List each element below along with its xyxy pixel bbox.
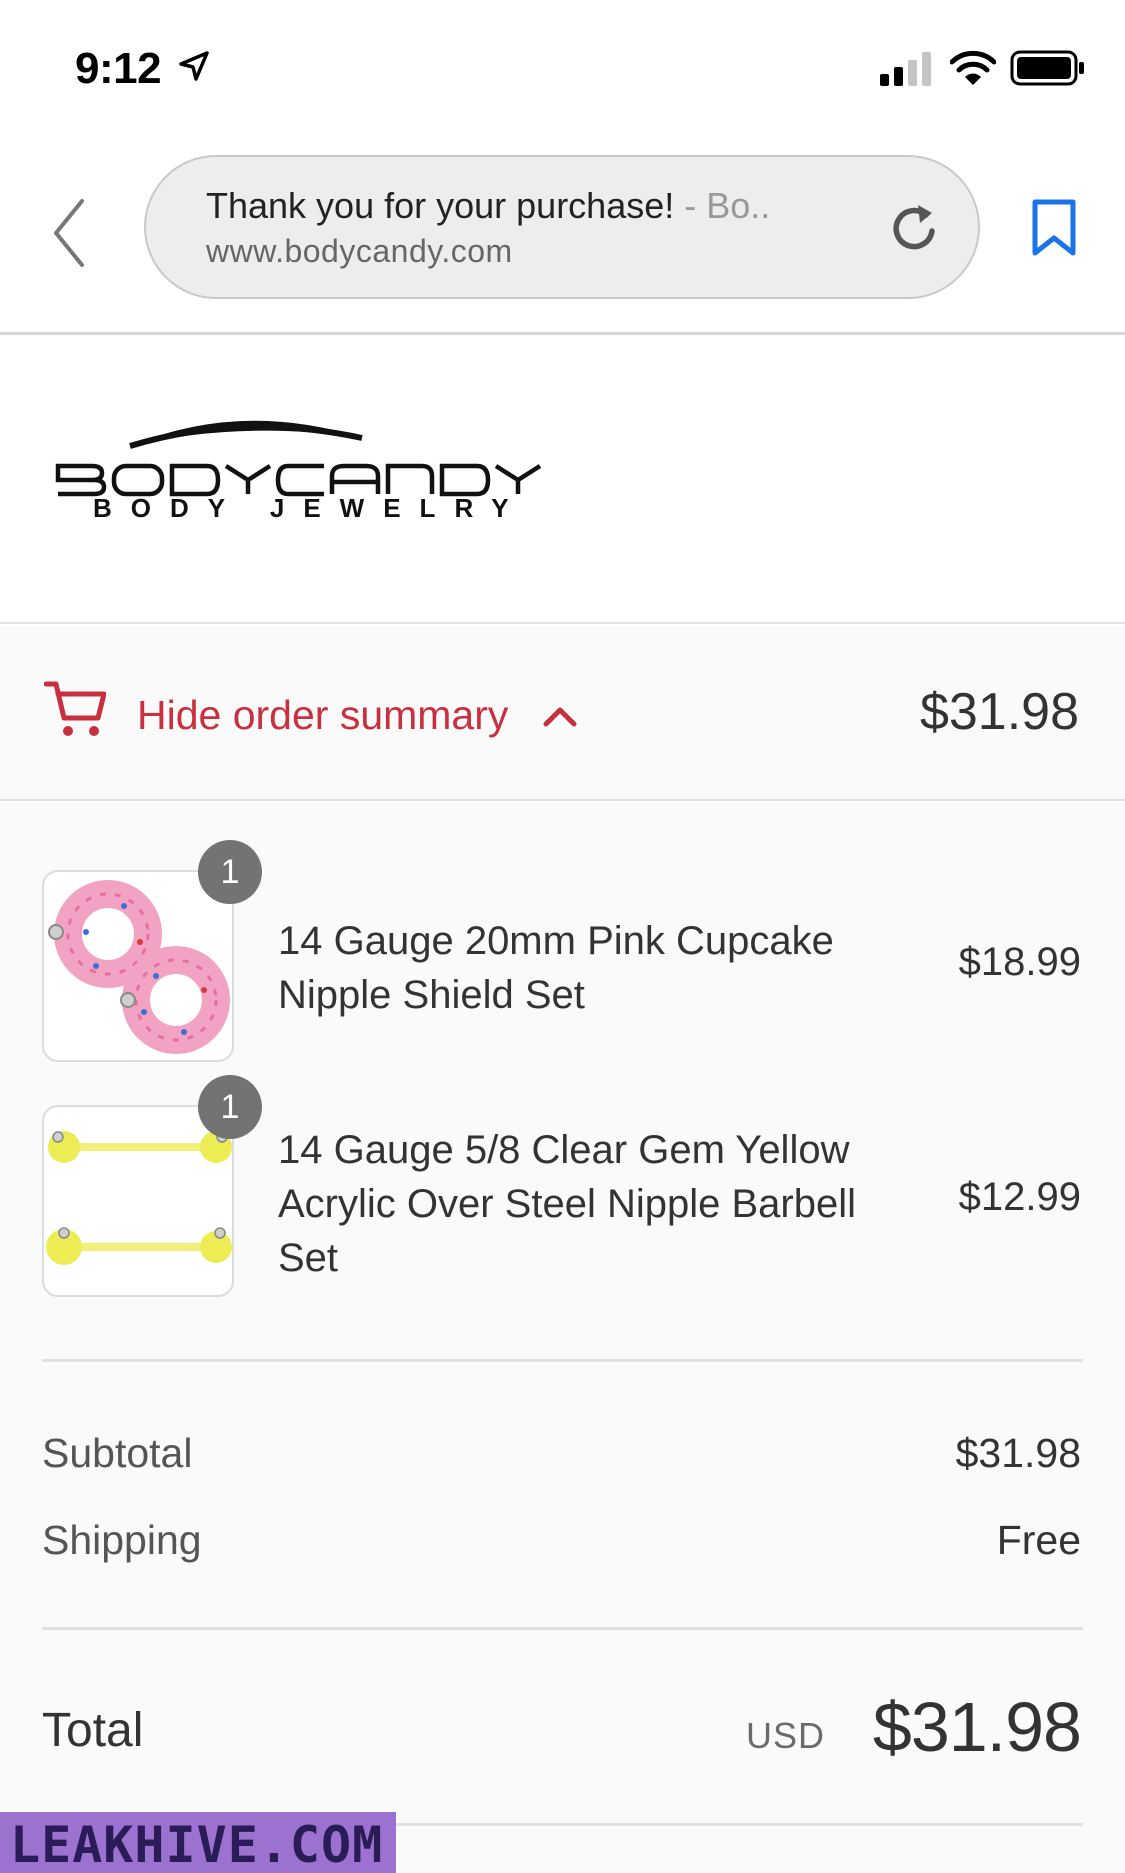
watermark: LEAKHIVE.COM (0, 1812, 396, 1873)
shipping-label: Shipping (42, 1517, 202, 1563)
chevron-up-icon (543, 707, 577, 727)
product-thumbnail (42, 1105, 234, 1297)
grand-total: $31.98 (872, 1688, 1082, 1766)
subtotal-value: $31.98 (955, 1430, 1081, 1476)
address-bar[interactable]: Thank you for your purchase! - Bo.. www.… (144, 155, 980, 299)
wifi-icon (950, 50, 996, 85)
page-title: Thank you for your purchase! - Bo.. (206, 185, 806, 227)
yellow-barbell-image (46, 1131, 232, 1265)
quantity-badge: 1 (198, 840, 262, 904)
reload-icon[interactable] (886, 201, 942, 257)
currency-code: USD (745, 1715, 825, 1756)
quantity-badge: 1 (198, 1075, 262, 1139)
browser-toolbar: Thank you for your purchase! - Bo.. www.… (0, 135, 1125, 335)
item-price: $18.99 (958, 940, 1081, 984)
logo-tagline: BODY JEWELRY (93, 493, 528, 523)
back-button[interactable] (46, 193, 96, 273)
line-item: 1 14 Gauge 20mm Pink Cupcake Nipple Shie… (0, 840, 1125, 1070)
header-logo-area: BODY JEWELRY (0, 338, 1125, 624)
status-bar: 9:12 (0, 0, 1125, 135)
battery-icon (1010, 50, 1084, 86)
shipping-value: Free (996, 1517, 1081, 1563)
subtotal-label: Subtotal (42, 1430, 193, 1476)
item-name: 14 Gauge 20mm Pink Cupcake Nipple Shield… (278, 919, 834, 1017)
divider (42, 1627, 1083, 1630)
page-url: www.bodycandy.com (206, 233, 513, 269)
watermark-text: LEAKHIVE.COM (10, 1816, 384, 1873)
item-price: $12.99 (958, 1175, 1081, 1219)
item-name: 14 Gauge 5/8 Clear Gem Yellow Acrylic Ov… (278, 1128, 856, 1280)
pink-nipple-shield-image (48, 880, 230, 1054)
line-item: 1 14 Gauge 5/8 Clear Gem Yellow Acrylic … (0, 1075, 1125, 1305)
page-title-text: Thank you for your purchase! (206, 185, 675, 226)
order-summary-panel: 1 14 Gauge 20mm Pink Cupcake Nipple Shie… (0, 803, 1125, 1873)
hide-order-summary-label[interactable]: Hide order summary (137, 692, 508, 739)
total-label: Total (42, 1704, 144, 1757)
product-thumbnail (42, 870, 234, 1062)
location-arrow-icon (179, 51, 209, 81)
order-summary-toggle[interactable]: Hide order summary $31.98 (0, 626, 1125, 801)
bookmark-icon[interactable] (1030, 198, 1078, 258)
cellular-signal-icon (880, 52, 931, 86)
divider (42, 1359, 1083, 1362)
cart-icon (44, 681, 106, 736)
status-time: 9:12 (75, 44, 162, 93)
summary-total: $31.98 (919, 683, 1079, 741)
page-title-tail: - Bo.. (674, 185, 771, 226)
